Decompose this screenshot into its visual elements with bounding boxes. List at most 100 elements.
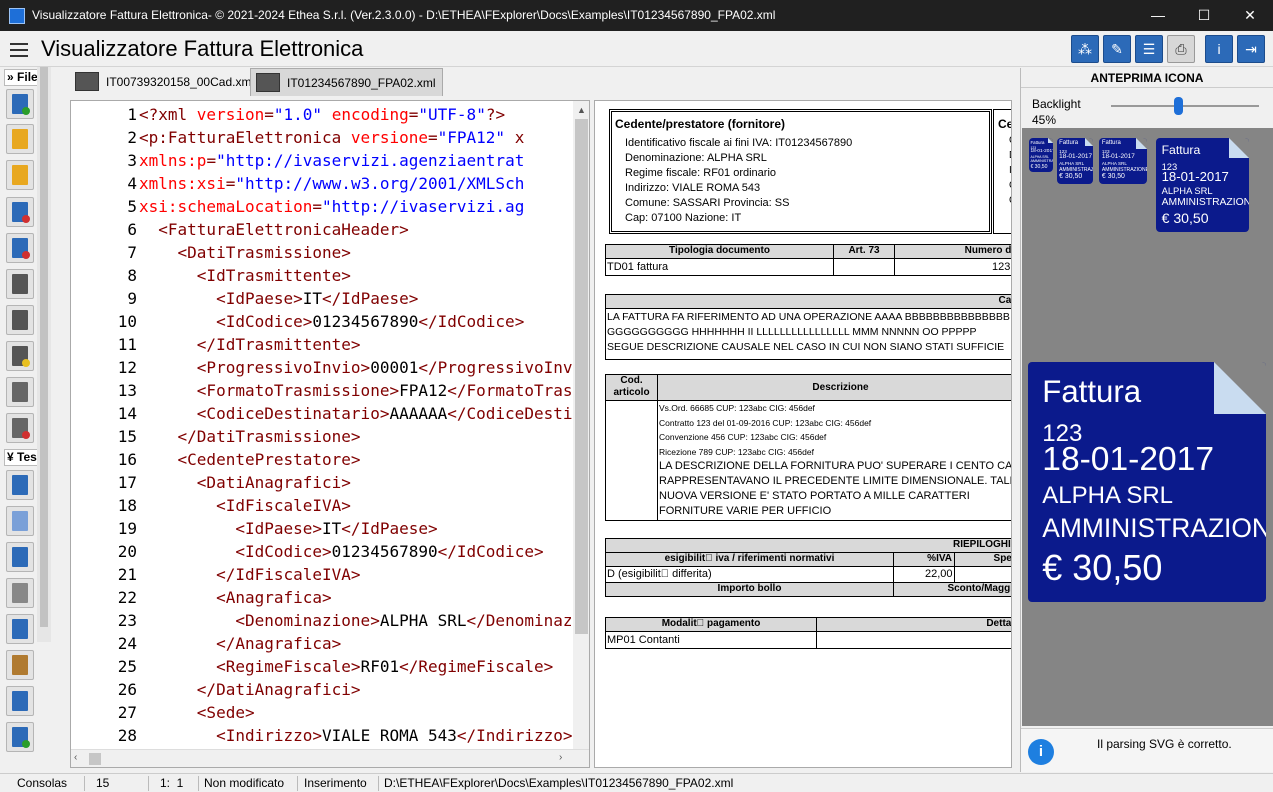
- xml-editor[interactable]: 1 2 3 4 5 6 7 8 9 10 11 12 13 14 15 16 17 18 19 20 21 22 23 24 2…: [70, 100, 590, 768]
- code-token: xsi:schemaLocation: [139, 197, 313, 216]
- code-line[interactable]: xsi:schemaLocation="http://ivaservizi.ag: [139, 195, 524, 218]
- code-line[interactable]: <FatturaElettronicaHeader>: [139, 218, 408, 241]
- code-token: </IdTrasmittente>: [139, 335, 361, 354]
- code-line[interactable]: <ProgressivoInvio>00001</ProgressivoInvi…: [139, 356, 573, 379]
- code-line[interactable]: </Anagrafica>: [139, 632, 341, 655]
- document-preview[interactable]: Cedente/prestatore (fornitore) Identific…: [594, 100, 1012, 768]
- save-all-button[interactable]: [6, 341, 34, 371]
- code-line[interactable]: <IdFiscaleIVA>: [139, 494, 351, 517]
- info-icon[interactable]: i: [1205, 35, 1233, 63]
- code-line[interactable]: <DatiTrasmissione>: [139, 241, 351, 264]
- cedente-line: Regime fiscale: RF01 ordinario: [625, 167, 777, 179]
- code-line[interactable]: <IdTrasmittente>: [139, 264, 351, 287]
- code-token: </ProgressivoInvio>: [418, 358, 573, 377]
- editor-horizontal-scrollbar[interactable]: ‹ ›: [71, 749, 589, 767]
- editor-vertical-scrollbar[interactable]: ▲: [573, 101, 589, 749]
- left-toolbar-scrollbar[interactable]: [37, 67, 51, 642]
- svg-viewer-icon[interactable]: ⁂: [1071, 35, 1099, 63]
- scissors-icon: [12, 583, 28, 603]
- code-token: ALPHA SRL: [379, 611, 467, 630]
- save-as-button[interactable]: [6, 305, 34, 335]
- hamburger-menu-icon[interactable]: [6, 37, 32, 63]
- backlight-slider[interactable]: [1111, 105, 1259, 107]
- paste-button[interactable]: [6, 650, 34, 680]
- code-line[interactable]: <CodiceDestinatario>AAAAAA</CodiceDestin…: [139, 402, 573, 425]
- code-token: </DatiAnagrafici>: [139, 680, 361, 699]
- scroll-right-icon[interactable]: ›: [559, 752, 562, 763]
- list-icon[interactable]: ☰: [1135, 35, 1163, 63]
- reference-line: Contratto 123 del 01-09-2016 CUP: 123abc…: [659, 417, 872, 428]
- cut-button[interactable]: [6, 578, 34, 608]
- backlight-slider-thumb[interactable]: [1173, 97, 1183, 115]
- code-line[interactable]: <Indirizzo>VIALE ROMA 543</Indirizzo>: [139, 724, 572, 747]
- code-line[interactable]: <CedentePrestatore>: [139, 448, 361, 471]
- code-token: </DatiTrasmissione>: [139, 427, 361, 446]
- line-number: 7: [127, 243, 137, 262]
- scroll-thumb[interactable]: [89, 753, 101, 765]
- code-line[interactable]: <IdCodice>01234567890</IdCodice>: [139, 310, 524, 333]
- code-line[interactable]: </DatiAnagrafici>: [139, 678, 361, 701]
- close-all-button[interactable]: [6, 233, 34, 263]
- doc-row-divider: [833, 258, 834, 276]
- tab-file-2[interactable]: IT01234567890_FPA02.xml: [250, 68, 443, 96]
- code-area[interactable]: <?xml version="1.0" encoding="UTF-8"?> <p…: [137, 101, 573, 749]
- reopen-folder-button[interactable]: [6, 160, 34, 190]
- art73-header: Art. 73: [833, 244, 895, 259]
- close-button[interactable]: ✕: [1227, 0, 1273, 31]
- code-line[interactable]: </IdFiscaleIVA>: [139, 563, 361, 586]
- card-amount: € 30,50: [1101, 173, 1125, 181]
- line-number: 3: [127, 151, 137, 170]
- code-line[interactable]: xmlns:p="http://ivaservizi.agenziaentrat: [139, 149, 524, 172]
- printer-icon[interactable]: ⎙: [1167, 35, 1195, 63]
- code-line[interactable]: </DatiTrasmissione>: [139, 425, 361, 448]
- card-dept: AMMINISTRAZIONE: [1042, 513, 1266, 544]
- tab-file-1[interactable]: IT00739320158_00Cad.xml: [70, 68, 260, 96]
- scroll-left-icon[interactable]: ‹: [74, 752, 77, 763]
- icon-preview-card: Fattura12318-01-2017ALPHA SRLAMMINISTRAZ…: [1029, 138, 1053, 172]
- code-line[interactable]: <DatiAnagrafici>: [139, 471, 351, 494]
- export-pdf-button[interactable]: [6, 413, 34, 443]
- scroll-up-icon[interactable]: ▲: [577, 105, 586, 115]
- maximize-button[interactable]: ☐: [1181, 0, 1227, 31]
- code-line[interactable]: <IdPaese>IT</IdPaese>: [139, 517, 437, 540]
- card-title: Fattura: [1059, 140, 1079, 147]
- new-file-button[interactable]: [6, 89, 34, 119]
- line-number: 6: [127, 220, 137, 239]
- exit-icon[interactable]: ⇥: [1237, 35, 1265, 63]
- wrench-icon[interactable]: ✎: [1103, 35, 1131, 63]
- scroll-thumb[interactable]: [575, 119, 588, 634]
- close-file-button[interactable]: [6, 197, 34, 227]
- search-button[interactable]: [6, 686, 34, 716]
- code-line[interactable]: <p:FatturaElettronica versione="FPA12" x: [139, 126, 524, 149]
- code-line[interactable]: <Anagrafica>: [139, 586, 332, 609]
- code-line[interactable]: <Sede>: [139, 701, 255, 724]
- code-token: <IdPaese>: [139, 519, 323, 538]
- line-number: 13: [117, 381, 137, 400]
- undo-button[interactable]: [6, 542, 34, 572]
- code-line[interactable]: xmlns:xsi="http://www.w3.org/2001/XMLSch: [139, 172, 524, 195]
- code-line[interactable]: <IdCodice>01234567890</IdCodice>: [139, 540, 543, 563]
- code-token: <ProgressivoInvio>: [139, 358, 371, 377]
- line-number: 12: [117, 358, 137, 377]
- code-line[interactable]: <FormatoTrasmissione>FPA12</FormatoTrasm…: [139, 379, 573, 402]
- code-line[interactable]: <RegimeFiscale>RF01</RegimeFiscale>: [139, 655, 553, 678]
- open-folder-button[interactable]: [6, 124, 34, 154]
- replace-button[interactable]: [6, 722, 34, 752]
- code-line[interactable]: </IdTrasmittente>: [139, 333, 361, 356]
- code-token: encoding: [331, 105, 409, 124]
- card-title: Fattura: [1101, 140, 1121, 147]
- code-token: </IdFiscaleIVA>: [139, 565, 361, 584]
- export-html-button[interactable]: [6, 377, 34, 407]
- line-spacing-button[interactable]: [6, 470, 34, 500]
- page-fold-icon: [1229, 138, 1249, 158]
- code-line[interactable]: <Denominazione>ALPHA SRL</Denominazione>: [139, 609, 573, 632]
- code-line[interactable]: <?xml version="1.0" encoding="UTF-8"?>: [139, 103, 505, 126]
- copy-button[interactable]: [6, 614, 34, 644]
- minimize-button[interactable]: —: [1135, 0, 1181, 31]
- save-button[interactable]: [6, 269, 34, 299]
- xml-file-icon: [75, 72, 99, 91]
- select-all-button[interactable]: [6, 506, 34, 536]
- code-line[interactable]: <IdPaese>IT</IdPaese>: [139, 287, 418, 310]
- line-number: 9: [127, 289, 137, 308]
